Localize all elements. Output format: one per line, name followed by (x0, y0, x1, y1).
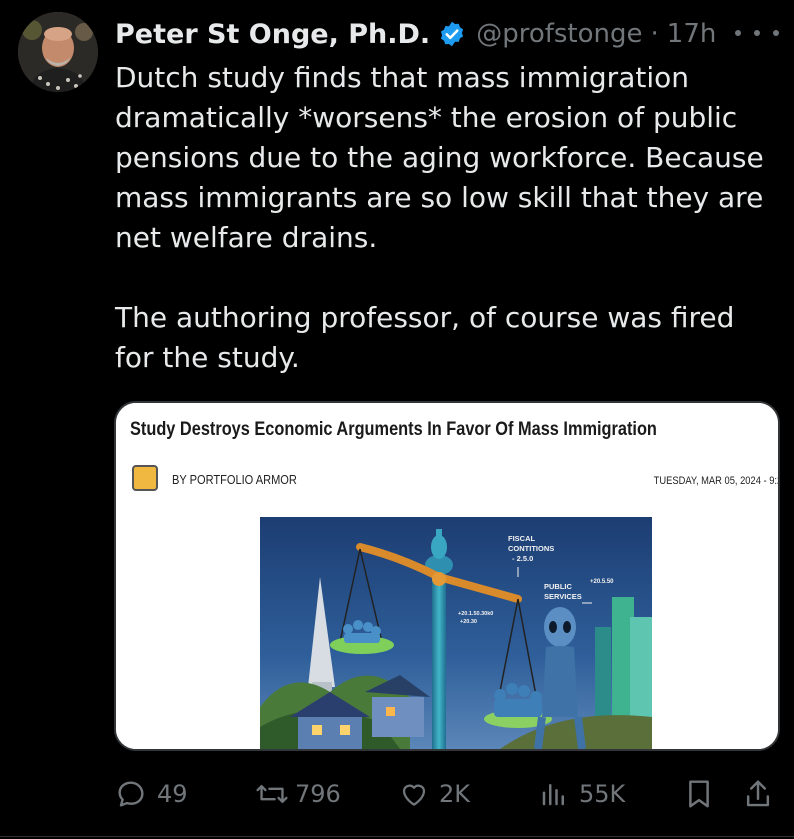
share-button[interactable] (743, 770, 773, 818)
action-bar: 49 796 2K 55K (115, 770, 785, 818)
media-card[interactable]: Study Destroys Economic Arguments In Fav… (114, 401, 780, 751)
fiscal-label: - 2.5.0 (512, 554, 533, 563)
share-icon (743, 778, 773, 810)
reply-count: 49 (157, 780, 188, 808)
source-logo-icon (132, 465, 158, 491)
like-button[interactable]: 2K (399, 770, 470, 818)
tweet-paragraph: Dutch study finds that mass immigration … (115, 61, 764, 254)
public-value-label: +20.5.50 (590, 579, 614, 585)
fiscal-label: FISCAL (508, 534, 536, 543)
views-button[interactable]: 55K (539, 770, 625, 818)
verified-badge-icon (438, 20, 466, 48)
reply-icon (115, 778, 147, 810)
left-value-label: +20.1.50.30k0 (458, 611, 493, 617)
avatar[interactable] (18, 12, 98, 92)
author-handle[interactable]: @profstonge (476, 19, 642, 49)
public-services-label: SERVICES (544, 592, 582, 601)
article-illustration: FISCAL CONTITIONS - 2.5.0 PUBLIC SERVICE… (260, 517, 652, 749)
like-count: 2K (439, 780, 471, 808)
repost-count: 796 (295, 780, 341, 808)
tweet-header: Peter St Onge, Ph.D. @profstonge · 17h (115, 14, 716, 54)
author-name[interactable]: Peter St Onge, Ph.D. (115, 19, 430, 50)
divider (0, 836, 794, 837)
views-count: 55K (579, 780, 626, 808)
reply-button[interactable]: 49 (115, 770, 188, 818)
like-icon (399, 779, 429, 809)
fiscal-label: CONTITIONS (508, 544, 554, 553)
more-icon[interactable] (735, 18, 779, 48)
card-source: BY PORTFOLIO ARMOR (172, 472, 297, 487)
public-services-label: PUBLIC (544, 582, 573, 591)
card-title: Study Destroys Economic Arguments In Fav… (130, 419, 657, 440)
left-value-label: +20.30 (460, 619, 477, 625)
tweet-paragraph: The authoring professor, of course was f… (115, 301, 735, 374)
bookmark-button[interactable] (685, 770, 713, 818)
card-date: TUESDAY, MAR 05, 2024 - 9:2 (653, 475, 780, 487)
repost-button[interactable]: 796 (255, 770, 341, 818)
bookmark-icon (685, 778, 713, 810)
views-icon (539, 779, 569, 809)
timestamp[interactable]: 17h (667, 19, 717, 49)
tweet-text: Dutch study finds that mass immigration … (115, 58, 775, 378)
repost-icon (255, 778, 289, 810)
separator-dot: · (650, 19, 659, 49)
